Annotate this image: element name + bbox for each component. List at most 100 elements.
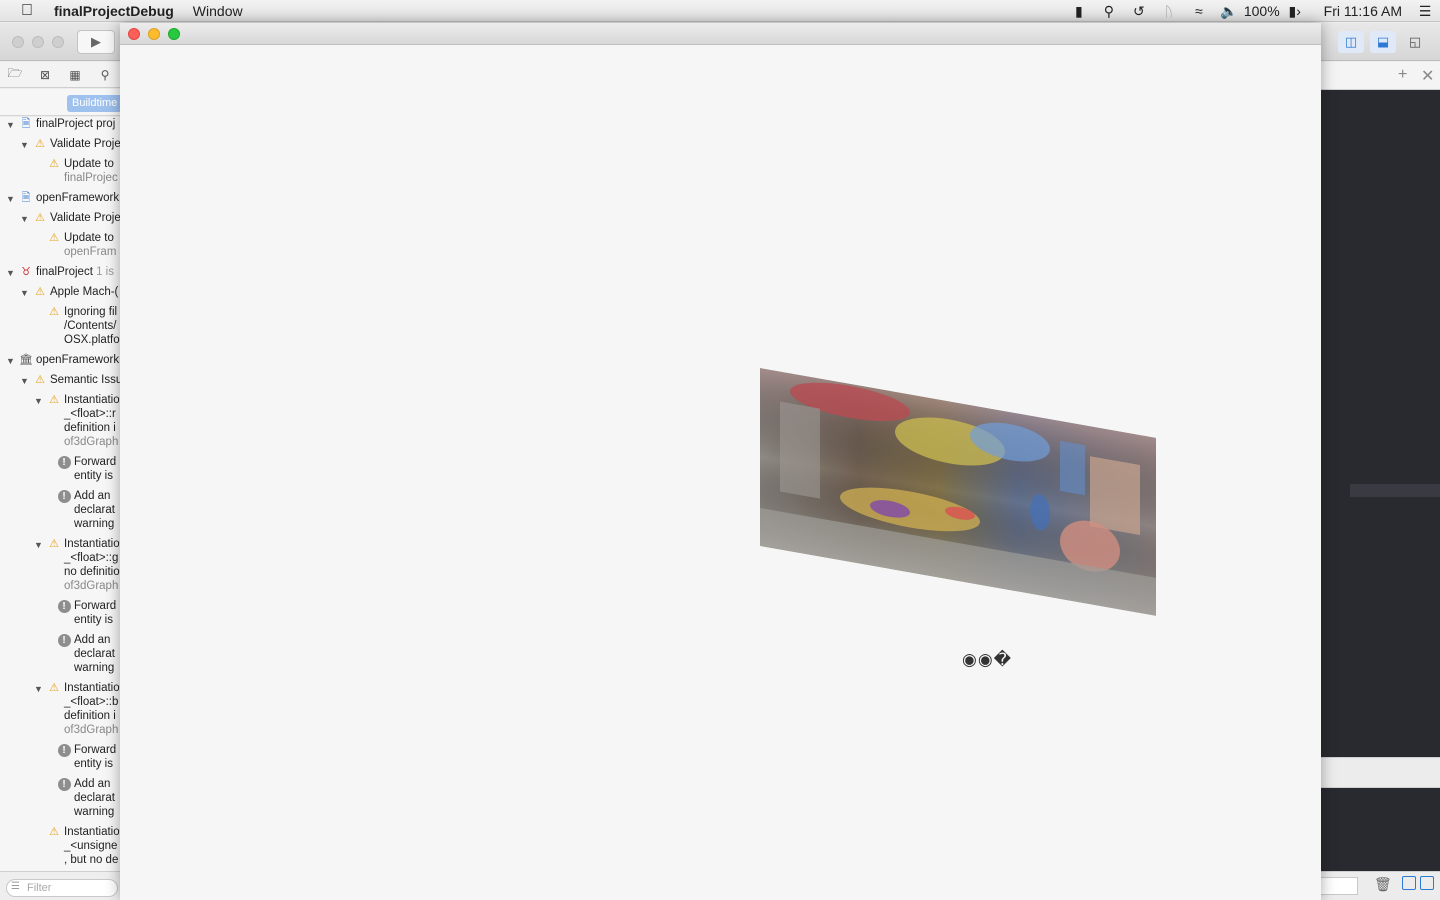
toggle-utilities-button[interactable]: ◱ xyxy=(1402,31,1428,53)
issue-row[interactable]: ▼ 🗎 openFramework xyxy=(6,191,119,206)
window-menu[interactable]: Window xyxy=(193,3,243,19)
apple-logo-icon[interactable]:  xyxy=(0,2,54,20)
app-title-bar xyxy=(120,23,1321,45)
battery-icon[interactable]: ▮› xyxy=(1280,3,1310,20)
issue-row[interactable]: ! Forward entity is xyxy=(48,743,116,771)
close-tab-icon[interactable]: ✕ xyxy=(1421,66,1434,86)
issue-text: Apple Mach-( xyxy=(50,285,118,299)
minimize-button[interactable] xyxy=(148,28,160,40)
issue-row[interactable]: ▼ ♉ finalProject 1 is xyxy=(6,265,114,280)
xcode-close-button[interactable] xyxy=(12,36,24,48)
issue-text: Add an declarat warning xyxy=(74,489,115,531)
issue-row[interactable]: ! Forward entity is xyxy=(48,455,116,483)
source-editor[interactable] xyxy=(1320,90,1440,757)
issue-row[interactable]: ! Add an declarat warning xyxy=(48,777,115,819)
left-pane-icon: ◫ xyxy=(1344,34,1358,49)
issue-row[interactable]: ▼ ⚠ Instantiatio _<float>::g no definitio of3… xyxy=(34,537,120,593)
disclosure-triangle-icon[interactable]: ▼ xyxy=(34,394,44,408)
issue-row[interactable]: ▼ 🏛 openFramework xyxy=(6,353,119,368)
issue-row[interactable]: ⚠ Instantiatio _<unsigne , but no de xyxy=(34,825,120,867)
volume-icon[interactable]: 🔈 xyxy=(1214,3,1244,20)
xcode-zoom-button[interactable] xyxy=(52,36,64,48)
issue-title: openFramework xyxy=(36,354,120,366)
time-machine-icon[interactable]: ↺ xyxy=(1124,3,1154,20)
issue-text: Add an declarat warning xyxy=(74,777,115,819)
right-pane-icon: ◱ xyxy=(1408,34,1422,49)
issue-row[interactable]: ⚠ Update to openFram xyxy=(34,231,116,259)
symbol-navigator-icon[interactable]: ⊠ xyxy=(30,68,60,82)
issue-text: finalProject 1 is xyxy=(36,265,114,279)
toggle-debug-area-button[interactable]: ⬓ xyxy=(1370,31,1396,53)
issue-row[interactable]: ! Add an declarat warning xyxy=(48,489,115,531)
warning-icon: ⚠ xyxy=(35,138,45,150)
disclosure-triangle-icon[interactable]: ▼ xyxy=(34,538,44,552)
issue-location: of3dGraph xyxy=(64,724,119,736)
disclosure-triangle-icon[interactable]: ▼ xyxy=(20,212,30,226)
notification-center-icon[interactable]: ☰ xyxy=(1410,3,1440,20)
issue-row[interactable]: ⚠ Update to finalProjec xyxy=(34,157,118,185)
xcode-minimize-button[interactable] xyxy=(32,36,44,48)
console-filter-input[interactable] xyxy=(1320,877,1358,895)
battery-percent[interactable]: 100% xyxy=(1244,3,1280,19)
disclosure-triangle-icon[interactable]: ▼ xyxy=(6,118,16,132)
issue-row[interactable]: ▼ ⚠ Validate Proje xyxy=(20,211,120,226)
note-icon: ! xyxy=(57,599,71,613)
wifi-icon[interactable]: ≈ xyxy=(1184,3,1214,19)
console-view-button[interactable] xyxy=(1420,876,1434,890)
clock[interactable]: Fri 11:16 AM xyxy=(1324,3,1402,19)
issue-title: Add an xyxy=(74,490,111,502)
disclosure-triangle-icon[interactable]: ▼ xyxy=(20,286,30,300)
filter-bar: Filter ☰ xyxy=(0,871,120,900)
disclosure-triangle-icon[interactable]: ▼ xyxy=(34,682,44,696)
issue-title: openFramework xyxy=(36,192,120,204)
issue-title: Forward xyxy=(74,744,117,756)
find-icon[interactable]: ⚲ xyxy=(90,68,120,82)
trash-icon[interactable]: 🗑 xyxy=(1374,876,1392,893)
issue-row[interactable]: ! Forward entity is xyxy=(48,599,116,627)
issue-row[interactable]: ! Add an declarat warning xyxy=(48,633,115,675)
mouse-icon[interactable]: ▮ xyxy=(1064,3,1094,20)
disclosure-triangle-icon[interactable]: ▼ xyxy=(20,374,30,388)
issue-text: Update to openFram xyxy=(64,231,116,259)
disclosure-triangle-icon[interactable]: ▼ xyxy=(6,192,16,206)
issue-detail-line: _<float>::g xyxy=(64,552,119,564)
console-footer: 🗑 xyxy=(1320,871,1440,900)
disclosure-triangle-icon[interactable]: ▼ xyxy=(6,266,16,280)
toggle-navigator-button[interactable]: ◫ xyxy=(1338,31,1364,53)
issue-detail-line: , but no de xyxy=(64,854,119,866)
menu-bar:  finalProjectDebug Window ▮ ⚲ ↺ ᚢ ≈ 🔈 1… xyxy=(0,0,1440,22)
variables-view-button[interactable] xyxy=(1402,876,1416,890)
spotlight-search-icon[interactable]: ⚲ xyxy=(1094,3,1124,20)
issue-detail-line: definition i xyxy=(64,710,116,722)
zoom-button[interactable] xyxy=(168,28,180,40)
navigator-tabs: 🗁 ⊠ ▦ ⚲ xyxy=(0,62,120,88)
issue-title: Validate Proje xyxy=(50,138,120,150)
issue-row[interactable]: ▼ 🗎 finalProject proj xyxy=(6,117,115,132)
issue-row[interactable]: ▼ ⚠ Semantic Issu xyxy=(20,373,120,388)
folder-icon[interactable]: 🗁 xyxy=(0,64,30,85)
issue-row[interactable]: ▼ ⚠ Apple Mach-( xyxy=(20,285,118,300)
filter-input[interactable]: Filter xyxy=(6,879,118,897)
debug-bar xyxy=(1320,757,1440,788)
warning-icon: ⚠ xyxy=(35,286,45,298)
run-button[interactable]: ▶ xyxy=(77,30,115,54)
bluetooth-icon[interactable]: ᚢ xyxy=(1154,3,1184,19)
issue-row[interactable]: ▼ ⚠ Instantiatio _<float>::b definition i of3… xyxy=(34,681,120,737)
play-icon: ▶ xyxy=(91,34,101,49)
issue-row[interactable]: ▼ ⚠ Instantiatio _<float>::r definition i of3… xyxy=(34,393,120,449)
issue-detail-line: entity is xyxy=(74,614,113,626)
app-menu[interactable]: finalProjectDebug xyxy=(54,3,174,19)
issue-row[interactable]: ⚠ Ignoring fil/Contents/OSX.platfo xyxy=(34,305,120,347)
issue-scope-bar: Buildtime xyxy=(0,89,137,116)
issue-row[interactable]: ▼ ⚠ Validate Proje xyxy=(20,137,120,152)
warning-icon: ⚠ xyxy=(49,682,59,694)
close-button[interactable] xyxy=(128,28,140,40)
issue-title: Update to xyxy=(64,232,114,244)
disclosure-triangle-icon[interactable]: ▼ xyxy=(6,354,16,368)
console-area[interactable] xyxy=(1320,788,1440,871)
disclosure-triangle-icon[interactable]: ▼ xyxy=(20,138,30,152)
add-tab-icon[interactable]: + xyxy=(1398,66,1407,84)
issue-title: Ignoring fil xyxy=(64,306,118,318)
hierarchy-icon[interactable]: ▦ xyxy=(60,68,90,82)
issue-detail-line: definition i xyxy=(64,422,116,434)
